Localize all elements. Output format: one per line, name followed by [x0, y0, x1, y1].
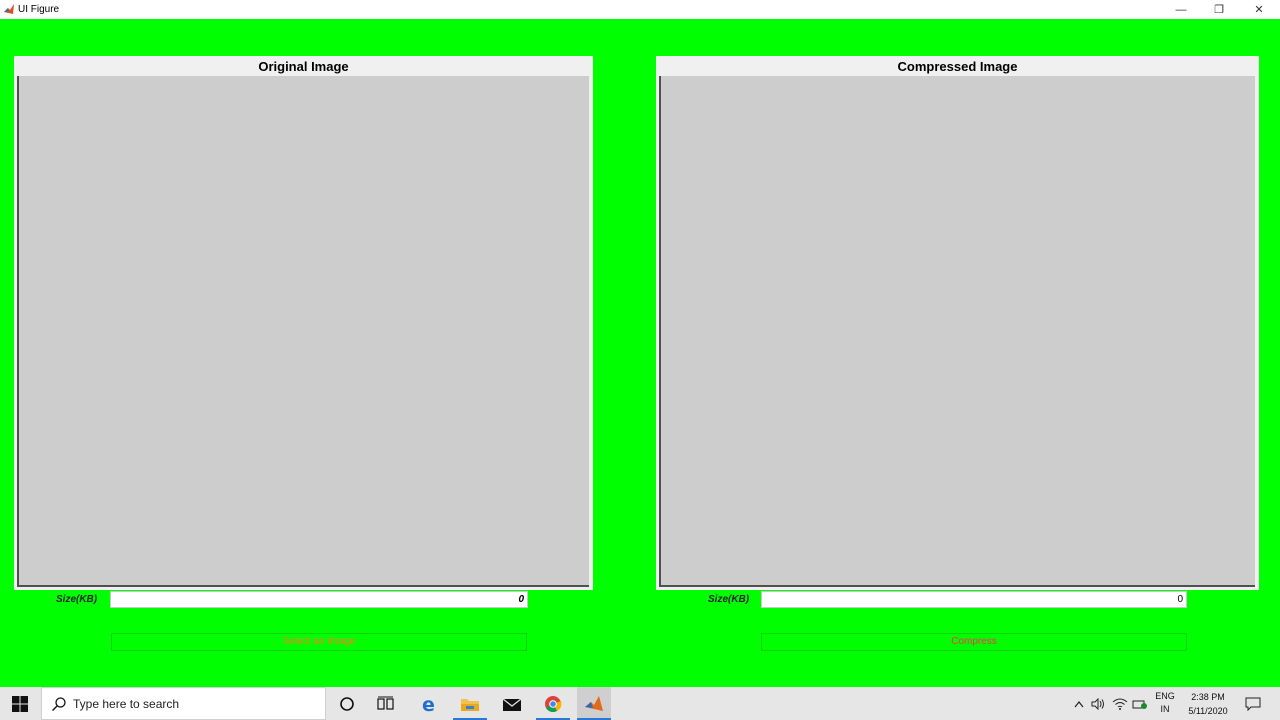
- search-placeholder: Type here to search: [73, 697, 180, 711]
- original-image-axes: [17, 76, 589, 587]
- language-indicator[interactable]: ENG IN: [1152, 690, 1178, 716]
- windows-start-button[interactable]: [0, 687, 40, 720]
- compressed-size-label: Size(KB): [708, 594, 750, 605]
- title-bar: UI Figure — ❐ ✕: [0, 0, 1280, 19]
- svg-text:e: e: [422, 694, 435, 714]
- compressed-size-field[interactable]: 0: [761, 591, 1187, 608]
- edge-icon: e: [422, 694, 435, 714]
- volume-icon: [1091, 697, 1104, 710]
- clock[interactable]: 2:38 PM 5/11/2020: [1180, 690, 1236, 718]
- chrome-button[interactable]: [536, 687, 570, 720]
- restore-button[interactable]: ❐: [1200, 0, 1238, 19]
- compressed-image-axes: [659, 76, 1255, 587]
- mail-icon: [502, 697, 522, 711]
- show-hidden-icons-button[interactable]: [1071, 687, 1087, 720]
- chevron-up-icon: [1074, 700, 1084, 707]
- wifi-icon: [1112, 698, 1128, 710]
- task-view-icon: [377, 696, 394, 710]
- original-size-label: Size(KB): [56, 594, 98, 605]
- compressed-image-panel: Compressed Image: [656, 56, 1259, 590]
- minimize-button[interactable]: —: [1162, 0, 1200, 19]
- file-explorer-icon: [461, 698, 479, 711]
- taskbar-search-box[interactable]: Type here to search: [41, 687, 326, 720]
- search-icon: [52, 697, 66, 711]
- select-image-button[interactable]: Select an Image: [111, 633, 527, 651]
- matlab-icon: [585, 695, 603, 711]
- chrome-icon: [545, 695, 562, 712]
- battery-security-icon: [1132, 700, 1147, 709]
- task-view-button[interactable]: [369, 687, 403, 720]
- taskbar: Type here to search e ENG IN 2:38 PM 5/1…: [0, 687, 1280, 720]
- clock-date: 5/11/2020: [1188, 706, 1228, 716]
- original-image-panel: Original Image: [14, 56, 593, 590]
- region-code: IN: [1160, 704, 1170, 714]
- original-image-title: Original Image: [258, 59, 349, 74]
- network-button[interactable]: [1111, 687, 1129, 720]
- file-explorer-button[interactable]: [453, 687, 487, 720]
- matlab-app-icon: [3, 3, 15, 15]
- original-size-field[interactable]: 0: [110, 591, 528, 608]
- clock-time: 2:38 PM: [1191, 692, 1225, 702]
- cortana-button[interactable]: [330, 687, 364, 720]
- security-button[interactable]: [1131, 687, 1149, 720]
- mail-button[interactable]: [495, 687, 529, 720]
- matlab-button[interactable]: [577, 687, 611, 720]
- volume-button[interactable]: [1090, 687, 1108, 720]
- language-code: ENG: [1155, 691, 1175, 701]
- compressed-image-title: Compressed Image: [897, 59, 1018, 74]
- notification-icon: [1245, 697, 1261, 711]
- compress-button[interactable]: Compress: [761, 633, 1187, 651]
- close-button[interactable]: ✕: [1240, 0, 1278, 19]
- action-center-button[interactable]: [1242, 687, 1264, 720]
- windows-start-icon: [12, 695, 28, 712]
- edge-button[interactable]: e: [412, 687, 446, 720]
- window-title: UI Figure: [18, 4, 60, 15]
- cortana-icon: [340, 696, 354, 711]
